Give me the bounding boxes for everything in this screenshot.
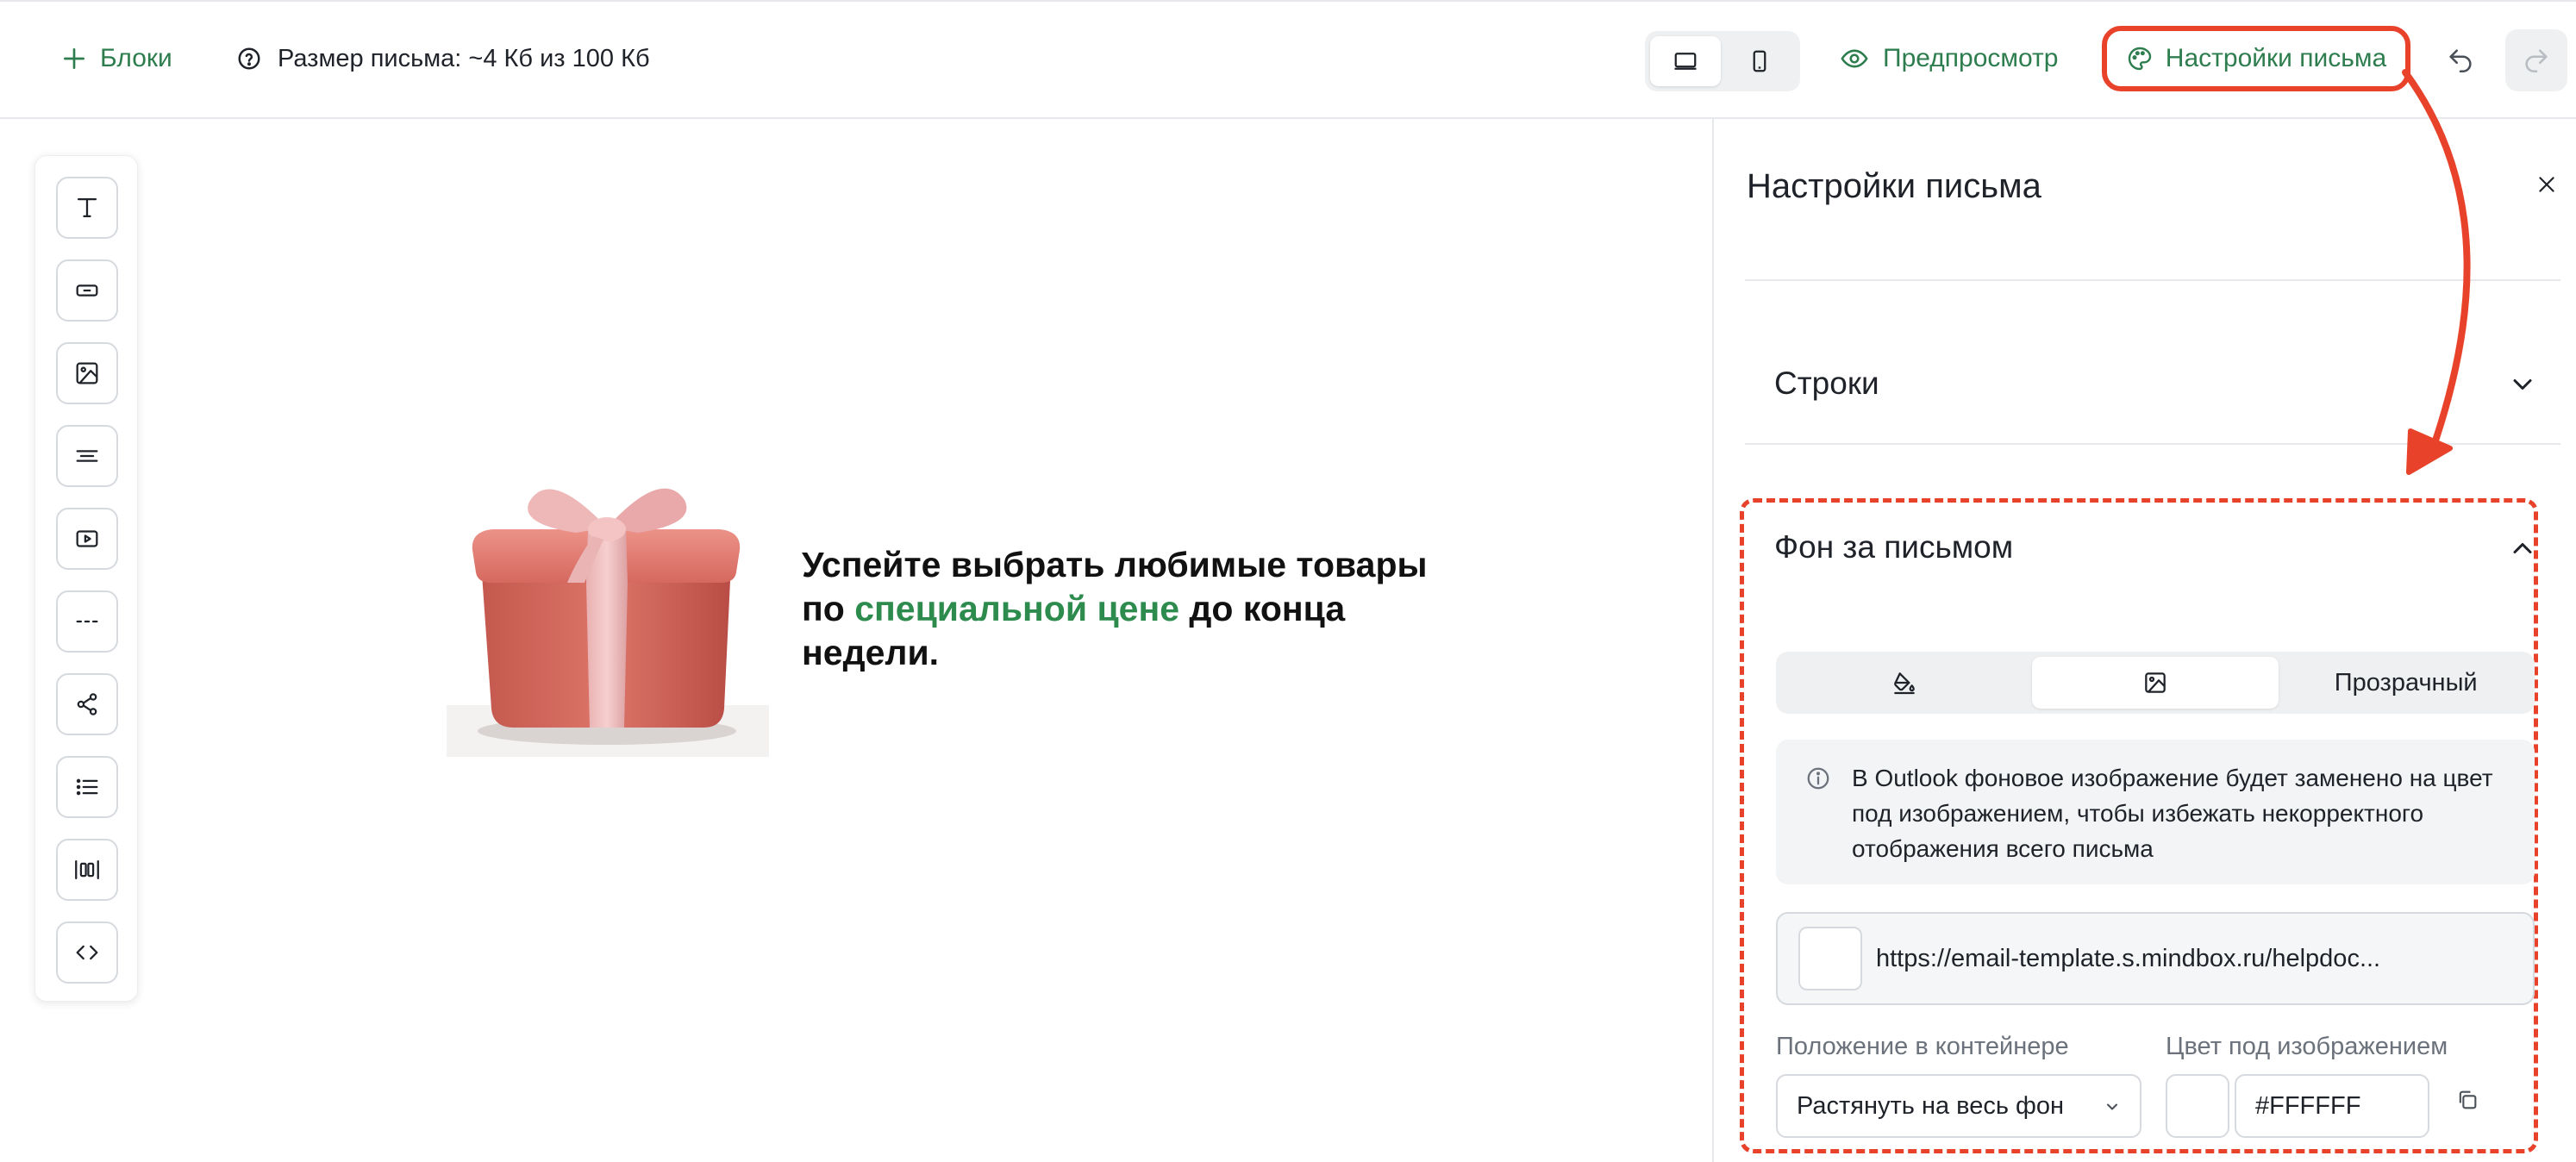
palette-icon: [2128, 47, 2151, 71]
email-size-label: Размер письма: ~4 Кб из 100 Кб: [278, 44, 650, 72]
text-icon: [77, 197, 97, 218]
copy-icon: [2459, 1090, 2477, 1109]
code-tool[interactable]: [56, 921, 118, 984]
email-settings-panel: Настройки письма Строки Фон за письмом П…: [1712, 119, 2576, 1162]
image-thumbnail[interactable]: [1798, 927, 1862, 990]
panel-divider: [1745, 279, 2560, 281]
color-hex-input[interactable]: #FFFFFF: [2235, 1074, 2429, 1138]
menu-icon: [76, 450, 98, 462]
preview-button[interactable]: Предпросмотр: [1840, 40, 2058, 78]
columns-tool[interactable]: [56, 839, 118, 901]
share-icon: [77, 693, 97, 715]
color-hex-value: #FFFFFF: [2255, 1091, 2361, 1120]
desktop-icon: [1674, 53, 1697, 70]
redo-icon: [2525, 49, 2548, 73]
desktop-view-button[interactable]: [1650, 36, 1721, 86]
headline-accent-text: специальной цене: [854, 589, 1180, 628]
list-icon: [76, 778, 98, 796]
video-tool[interactable]: [56, 508, 118, 570]
divider-tool[interactable]: [56, 590, 118, 653]
paint-bucket-icon: [1894, 672, 1916, 695]
color-under-image-label: Цвет под изображением: [2166, 1033, 2448, 1060]
redo-button[interactable]: [2505, 29, 2567, 91]
undo-icon: [2449, 49, 2472, 73]
eye-icon: [1841, 49, 1868, 68]
undo-button[interactable]: [2436, 36, 2485, 84]
code-icon: [76, 945, 98, 960]
menu-tool[interactable]: [56, 425, 118, 487]
copy-color-button[interactable]: [2450, 1083, 2485, 1117]
mobile-view-button[interactable]: [1724, 36, 1795, 86]
social-tool[interactable]: [56, 673, 118, 735]
info-text: В Outlook фоновое изображение будет заме…: [1852, 765, 2493, 862]
tab-fill-color[interactable]: [1781, 657, 2029, 709]
panel-title: Настройки письма: [1747, 167, 2041, 205]
button-tool[interactable]: [56, 259, 118, 322]
position-select[interactable]: Растянуть на весь фон: [1776, 1074, 2141, 1138]
text-tool[interactable]: [56, 177, 118, 239]
device-switch: [1645, 31, 1800, 91]
background-image-url-field[interactable]: https://email-template.s.mindbox.ru/help…: [1776, 912, 2535, 1005]
color-swatch[interactable]: [2166, 1074, 2229, 1138]
blocks-palette: [34, 155, 138, 1002]
image-url-text: https://email-template.s.mindbox.ru/help…: [1876, 944, 2381, 972]
chevron-down-icon[interactable]: [2507, 369, 2538, 400]
info-icon: [1807, 767, 1829, 790]
close-icon: [2539, 177, 2554, 192]
background-section-title[interactable]: Фон за письмом: [1774, 529, 2013, 565]
blocks-button[interactable]: Блоки: [60, 40, 172, 78]
image-icon: [76, 362, 98, 384]
tab-background-image[interactable]: [2031, 657, 2279, 709]
email-headline[interactable]: Успейте выбрать любимые товары по специа…: [802, 543, 1457, 675]
panel-divider: [1745, 443, 2560, 445]
gift-box-image[interactable]: [447, 476, 769, 757]
email-settings-label: Настройки письма: [2165, 44, 2387, 72]
image-icon: [2145, 672, 2166, 693]
button-icon: [76, 284, 98, 297]
email-settings-button[interactable]: Настройки письма: [2102, 26, 2410, 91]
chevron-up-icon[interactable]: [2507, 533, 2538, 564]
blocks-label: Блоки: [100, 44, 172, 72]
plus-icon: [64, 48, 84, 69]
video-icon: [76, 530, 98, 547]
columns-icon: [75, 859, 99, 880]
tab-transparent[interactable]: Прозрачный: [2282, 657, 2529, 709]
mobile-icon: [1753, 50, 1766, 72]
chevron-down-icon: [2107, 1103, 2117, 1110]
close-panel-button[interactable]: [2531, 169, 2562, 200]
divider-icon: [76, 620, 98, 623]
rows-section-title[interactable]: Строки: [1774, 365, 1879, 402]
position-select-value: Растянуть на весь фон: [1797, 1091, 2065, 1120]
email-size-info: Размер письма: ~4 Кб из 100 Кб: [236, 40, 650, 78]
preview-label: Предпросмотр: [1883, 44, 2059, 72]
help-circle-icon[interactable]: [236, 46, 262, 72]
image-tool[interactable]: [56, 342, 118, 404]
list-tool[interactable]: [56, 756, 118, 818]
position-label: Положение в контейнере: [1776, 1033, 2069, 1060]
background-type-tabs: Прозрачный: [1776, 652, 2535, 714]
top-toolbar: Блоки Размер письма: ~4 Кб из 100 Кб Пре…: [0, 0, 2576, 119]
outlook-info-notice: В Outlook фоновое изображение будет заме…: [1776, 740, 2535, 884]
